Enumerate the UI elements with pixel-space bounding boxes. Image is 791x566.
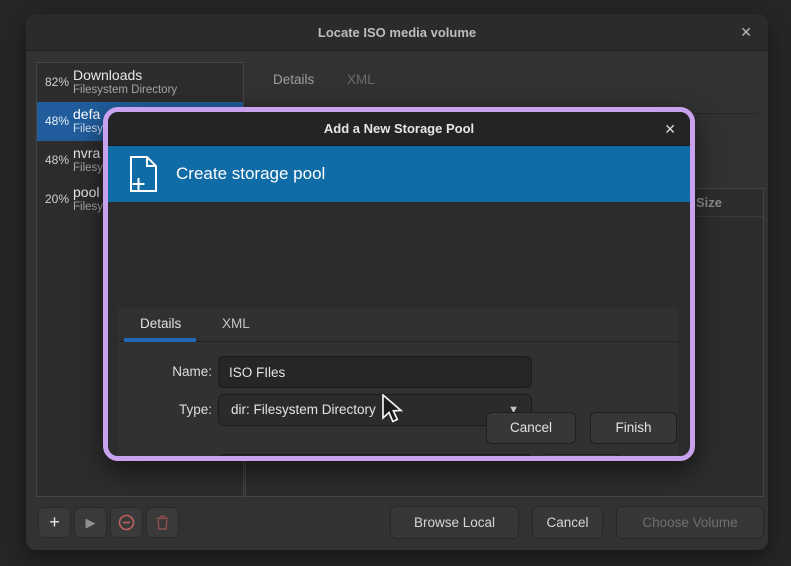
circle-minus-icon <box>118 514 135 531</box>
dialog-title: Add a New Storage Pool <box>108 112 690 146</box>
add-storage-pool-dialog: Add a New Storage Pool ✕ Create storage … <box>103 107 695 461</box>
name-input[interactable] <box>218 356 532 388</box>
stop-pool-button[interactable] <box>110 507 143 538</box>
pool-type: Filesy <box>73 201 103 213</box>
dialog-tab-xml[interactable]: XML <box>222 316 250 331</box>
type-label: Type: <box>118 394 212 426</box>
start-pool-button[interactable]: ▶ <box>74 507 107 538</box>
browse-button[interactable]: Browse <box>541 454 620 461</box>
tab-details[interactable]: Details <box>273 72 314 87</box>
add-pool-button[interactable]: + <box>38 507 71 538</box>
pool-type: Filesy <box>73 162 103 174</box>
pool-name: Downloads <box>73 67 142 83</box>
pool-usage-percent: 48% <box>37 141 69 180</box>
dialog-close-icon[interactable]: ✕ <box>664 112 676 146</box>
pool-type: Filesy <box>73 123 103 135</box>
dialog-finish-button[interactable]: Finish <box>590 412 677 444</box>
window-close-icon[interactable]: ✕ <box>740 14 752 51</box>
dialog-active-tab-underline <box>124 338 196 342</box>
pool-usage-percent: 20% <box>37 180 69 219</box>
new-file-icon <box>126 154 160 194</box>
pool-name: nvra <box>73 145 100 161</box>
pool-usage-percent: 82% <box>37 63 69 102</box>
plus-icon: + <box>49 512 60 533</box>
banner-label: Create storage pool <box>176 164 325 184</box>
target-path-input[interactable] <box>218 454 532 461</box>
size-column-header[interactable]: Size <box>696 195 722 210</box>
browse-local-button[interactable]: Browse Local <box>390 506 519 539</box>
name-label: Name: <box>118 356 212 388</box>
dialog-tab-details[interactable]: Details <box>140 316 181 331</box>
tab-xml[interactable]: XML <box>347 72 375 87</box>
choose-volume-button: Choose Volume <box>616 506 764 539</box>
pool-list-item[interactable]: 82%DownloadsFilesystem Directory <box>37 63 243 102</box>
window-title: Locate ISO media volume <box>26 14 768 51</box>
pool-usage-percent: 48% <box>37 102 69 141</box>
target-path-label: Target Path: <box>118 454 212 461</box>
type-dropdown-value: dir: Filesystem Directory <box>231 402 376 417</box>
dialog-titlebar: Add a New Storage Pool <box>108 112 690 146</box>
type-dropdown[interactable]: dir: Filesystem Directory ▼ <box>218 394 532 426</box>
dialog-tabstrip: Details XML <box>118 308 678 342</box>
window-cancel-button[interactable]: Cancel <box>532 506 603 539</box>
window-titlebar: Locate ISO media volume <box>26 14 768 51</box>
pool-name: defa <box>73 106 100 122</box>
dialog-cancel-button[interactable]: Cancel <box>486 412 576 444</box>
create-storage-pool-banner: Create storage pool <box>108 146 690 202</box>
play-icon: ▶ <box>86 515 96 531</box>
delete-pool-button[interactable] <box>146 507 179 538</box>
pool-name: pool <box>73 184 99 200</box>
trash-icon <box>155 515 170 531</box>
pool-type: Filesystem Directory <box>73 84 177 96</box>
